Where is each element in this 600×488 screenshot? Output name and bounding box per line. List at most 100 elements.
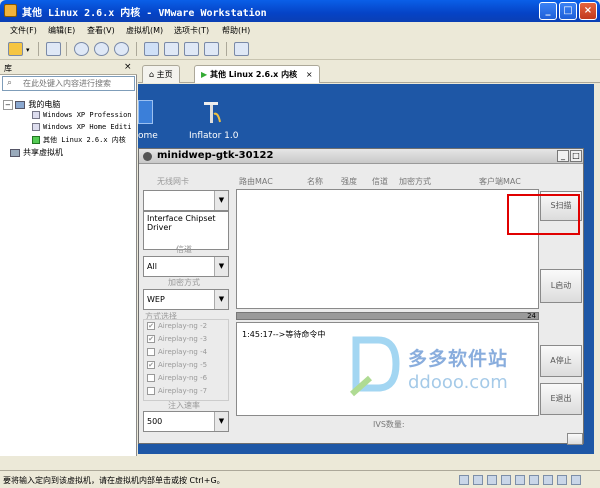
menu-vm[interactable]: 虚拟机(M) (126, 25, 163, 36)
chevron-down-icon: ▼ (214, 412, 228, 431)
method-label-text: Aireplay-ng -6 (158, 374, 208, 382)
minimize-button[interactable]: _ (539, 2, 557, 20)
console-view-icon[interactable] (234, 42, 249, 56)
menu-edit[interactable]: 编辑(E) (48, 25, 75, 36)
tree-label: 共享虚拟机 (23, 148, 63, 157)
wireless-card-label: 无线网卡 (157, 177, 189, 186)
channel-select[interactable]: All ▼ (143, 256, 229, 277)
launch-button[interactable]: L启动 (540, 269, 582, 303)
sound-icon[interactable] (529, 475, 539, 485)
minidwep-title-bar[interactable]: minidwep-gtk-30122 _ □ (139, 149, 583, 164)
shared-vms-icon (10, 148, 20, 157)
maximize-button[interactable]: □ (570, 150, 582, 162)
menu-view[interactable]: 查看(V) (87, 25, 115, 36)
hard-disk-icon[interactable] (459, 475, 469, 485)
maximize-button[interactable]: □ (559, 2, 577, 20)
sidebar-close-button[interactable]: × (124, 62, 132, 72)
tree-label: 我的电脑 (28, 100, 61, 109)
close-window-button[interactable]: × (579, 2, 597, 20)
network-adapter-icon[interactable] (501, 475, 511, 485)
floppy-icon[interactable] (487, 475, 497, 485)
library-search-input[interactable]: ⌕ (2, 76, 135, 91)
toolbar-separator (38, 42, 39, 56)
network-icon[interactable] (46, 42, 61, 56)
minimize-button[interactable]: _ (557, 150, 569, 162)
resize-handle[interactable] (567, 433, 583, 445)
tree-label: Windows XP Profession (43, 111, 132, 119)
power-icon[interactable] (8, 42, 23, 56)
close-tab-icon[interactable]: × (306, 70, 313, 79)
display-icon[interactable] (557, 475, 567, 485)
encryption-value: WEP (147, 295, 165, 304)
desktop-icon[interactable] (138, 100, 153, 124)
method-checkbox-row[interactable]: Aireplay-ng -6 (147, 374, 207, 382)
tab-vm[interactable]: ▶ 其他 Linux 2.6.x 内核 × (194, 65, 320, 83)
search-icon: ⌕ (7, 78, 13, 88)
tree-item-vm[interactable]: Windows XP Profession (32, 111, 132, 119)
snapshot-manager-icon[interactable] (114, 42, 129, 56)
tab-home[interactable]: ⌂ 主页 (142, 65, 180, 83)
chevron-down-icon: ▼ (214, 290, 228, 309)
method-checkbox-row[interactable]: ✔ Aireplay-ng -3 (147, 335, 207, 343)
status-text: 要将输入定向到该虚拟机，请在虚拟机内部单击或按 Ctrl+G。 (3, 476, 225, 485)
stop-button[interactable]: A停止 (540, 345, 582, 377)
toolbar-separator (136, 42, 137, 56)
fullscreen-icon[interactable] (184, 42, 199, 56)
snapshot-icon[interactable] (74, 42, 89, 56)
encryption-select[interactable]: WEP ▼ (143, 289, 229, 310)
running-vm-icon: ▶ (201, 70, 208, 79)
inject-rate-value: 500 (147, 417, 163, 426)
menu-help[interactable]: 帮助(H) (222, 25, 250, 36)
collapse-icon[interactable]: − (3, 100, 13, 110)
checkbox[interactable] (147, 387, 155, 395)
method-checkbox-row[interactable]: Aireplay-ng -7 (147, 387, 207, 395)
wireless-card-select[interactable]: ▼ (143, 190, 229, 211)
revert-snapshot-icon[interactable] (94, 42, 109, 56)
search-field[interactable] (23, 77, 133, 90)
tree-item-my-computer[interactable]: − 我的电脑 (3, 99, 60, 110)
desktop-icon-label: Inflator 1.0 (189, 131, 239, 141)
method-checkbox-row[interactable]: ✔ Aireplay-ng -5 (147, 361, 207, 369)
cd-rom-icon[interactable] (473, 475, 483, 485)
tree-item-vm[interactable]: Windows XP Home Editi (32, 123, 132, 131)
toolbar-separator (66, 42, 67, 56)
sidebar-view-icon[interactable] (144, 42, 159, 56)
messages-icon[interactable] (571, 475, 581, 485)
checkbox[interactable]: ✔ (147, 335, 155, 343)
vm-icon (32, 123, 40, 131)
inflator-icon[interactable] (200, 100, 224, 126)
checkbox[interactable]: ✔ (147, 361, 155, 369)
printer-icon[interactable] (543, 475, 553, 485)
menu-tabs[interactable]: 选项卡(T) (174, 25, 209, 36)
exit-button[interactable]: E退出 (540, 383, 582, 415)
minidwep-title: minidwep-gtk-30122 (157, 150, 274, 161)
ap-list[interactable] (236, 189, 539, 309)
tree-item-vm-active[interactable]: 其他 Linux 2.6.x 内核 (32, 135, 126, 145)
method-label-text: Aireplay-ng -7 (158, 387, 208, 395)
tab-bar: ⌂ 主页 ▶ 其他 Linux 2.6.x 内核 × (138, 61, 600, 83)
checkbox[interactable] (147, 348, 155, 356)
title-bar[interactable]: 其他 Linux 2.6.x 内核 - VMware Workstation _… (0, 0, 600, 22)
unity-icon[interactable] (204, 42, 219, 56)
method-label-text: Aireplay-ng -5 (158, 361, 208, 369)
chevron-down-icon: ▼ (214, 191, 228, 210)
computer-icon (15, 100, 26, 109)
encryption-label: 加密方式 (168, 278, 200, 287)
watermark-url: ddooo.com (408, 372, 508, 393)
checkbox[interactable] (147, 374, 155, 382)
chevron-down-icon[interactable]: ▾ (26, 46, 30, 54)
quick-switch-icon[interactable] (164, 42, 179, 56)
highlight-box (507, 194, 580, 235)
tree-item-shared-vms[interactable]: 共享虚拟机 (10, 147, 63, 158)
checkbox[interactable]: ✔ (147, 322, 155, 330)
method-label-text: Aireplay-ng -2 (158, 322, 208, 330)
menu-file[interactable]: 文件(F) (10, 25, 37, 36)
method-checkbox-row[interactable]: Aireplay-ng -4 (147, 348, 207, 356)
usb-icon[interactable] (515, 475, 525, 485)
column-channel: 信道 (372, 177, 388, 186)
method-checkbox-row[interactable]: ✔ Aireplay-ng -2 (147, 322, 207, 330)
inject-rate-select[interactable]: 500 ▼ (143, 411, 229, 432)
tab-label: 主页 (156, 70, 173, 79)
method-label-text: Aireplay-ng -4 (158, 348, 208, 356)
vm-icon (32, 111, 40, 119)
